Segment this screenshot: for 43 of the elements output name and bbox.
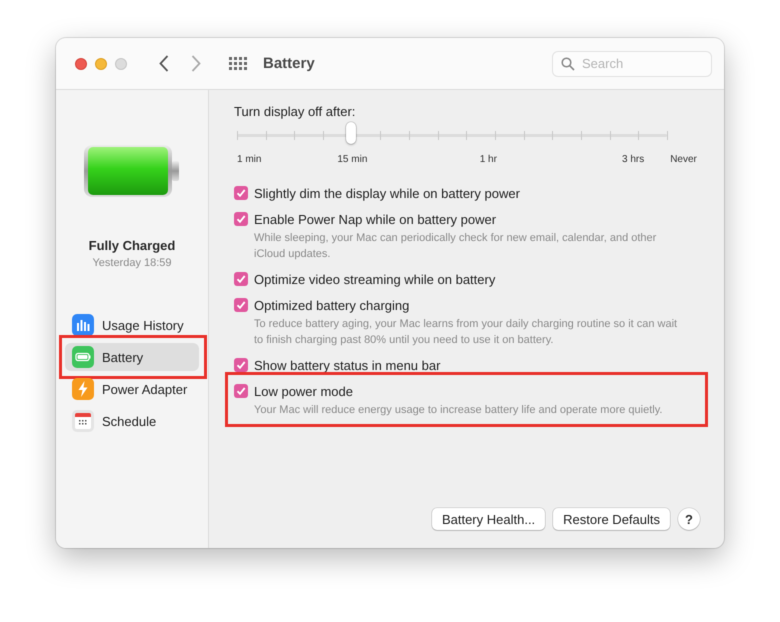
checkbox[interactable] (234, 358, 248, 372)
option-label: Low power mode (254, 384, 353, 398)
tick-label: 1 min (237, 154, 262, 165)
search-field[interactable]: Search (552, 50, 712, 76)
grid-icon[interactable] (229, 56, 247, 70)
close-button[interactable] (75, 58, 87, 70)
option-description: To reduce battery aging, your Mac learns from your daily charging routine so it can wait to finish charging past 80% until you need to use it on battery. (254, 317, 678, 348)
sidebar-item[interactable]: Battery (65, 343, 199, 371)
slider-label: Turn display off after: (234, 104, 356, 119)
checkbox[interactable] (234, 298, 248, 312)
checkbox[interactable] (234, 272, 248, 286)
back-icon[interactable] (159, 55, 169, 72)
option-label: Enable Power Nap while on battery power (254, 212, 496, 226)
battery-icon (72, 346, 94, 368)
calendar-icon (72, 410, 94, 432)
checkbox[interactable] (234, 212, 248, 226)
lightning-icon (72, 378, 94, 400)
checkbox[interactable] (234, 384, 248, 398)
sidebar-item[interactable]: Power Adapter (65, 375, 199, 403)
battery-icon (83, 144, 181, 198)
dialog-button[interactable]: Battery Health... (432, 508, 546, 530)
charge-status: Fully Charged (88, 238, 176, 253)
option-label: Optimized battery charging (254, 298, 410, 312)
option-label: Optimize video streaming while on battery (254, 272, 496, 286)
checkbox[interactable] (234, 186, 248, 200)
dialog-button[interactable]: Restore Defaults (553, 508, 670, 530)
charge-time: Yesterday 18:59 (92, 257, 172, 269)
tick-label: Never (670, 154, 697, 165)
tick-label: 15 min (337, 154, 368, 165)
minimize-button[interactable] (95, 58, 107, 70)
slider-thumb[interactable] (346, 122, 356, 144)
sidebar-item[interactable]: Schedule (65, 407, 199, 435)
forward-icon[interactable] (191, 55, 201, 72)
tick-label: 3 hrs (622, 154, 644, 165)
option-description: While sleeping, your Mac can periodically check for new email, calendar, and other iCloud updates. (254, 231, 658, 262)
tick-label: 1 hr (480, 154, 497, 165)
bar-chart-icon (72, 314, 94, 336)
option-label: Show battery status in menu bar (254, 358, 440, 372)
help-button[interactable]: ? (678, 508, 700, 530)
option-description: Your Mac will reduce energy usage to increase battery life and operate more quietly. (254, 403, 664, 418)
option-label: Slightly dim the display while on battery power (254, 186, 520, 200)
window-title: Battery (263, 55, 315, 72)
sidebar-item[interactable]: Usage History (65, 311, 199, 339)
